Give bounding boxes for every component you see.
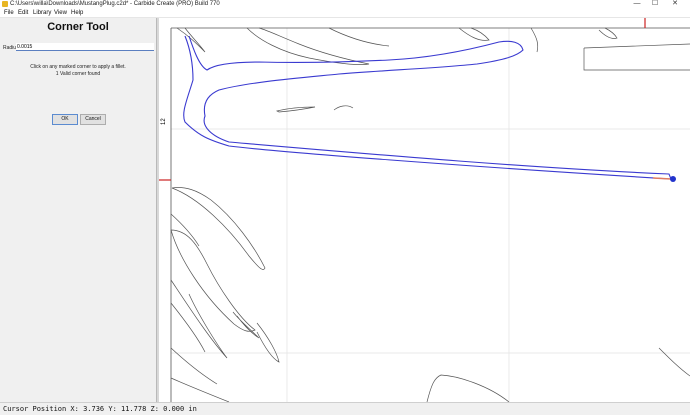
- menu-view[interactable]: View: [54, 9, 67, 17]
- fillet-hint: Click on any marked corner to apply a fi…: [30, 64, 126, 70]
- window-title: C:\Users\willa\Downloads\MustangPlug.c2d…: [10, 1, 220, 7]
- ok-button[interactable]: OK: [52, 114, 78, 125]
- fillet-highlight: [652, 177, 672, 180]
- corner-count: 1 Valid corner found: [55, 71, 101, 77]
- cancel-button[interactable]: Cancel: [80, 114, 106, 125]
- status-bar: Cursor Position X: 3.736 Y: 11.778 Z: 0.…: [0, 402, 690, 415]
- cursor-position: Cursor Position X: 3.736 Y: 11.778 Z: 0.…: [3, 405, 197, 413]
- corner-tool-panel: Corner Tool Radius Click on any marked c…: [0, 18, 157, 402]
- title-bar: C:\Users\willa\Downloads\MustangPlug.c2d…: [0, 0, 690, 9]
- design-canvas[interactable]: 12: [159, 18, 690, 402]
- corner-marker: [670, 176, 676, 182]
- menu-edit[interactable]: Edit: [18, 9, 28, 17]
- maximize-button[interactable]: ☐: [648, 0, 662, 9]
- radius-input[interactable]: [16, 43, 154, 51]
- close-button[interactable]: ✕: [668, 0, 682, 9]
- menu-library[interactable]: Library: [33, 9, 51, 17]
- minimize-button[interactable]: —: [630, 0, 644, 9]
- panel-title: Corner Tool: [47, 21, 109, 33]
- menu-file[interactable]: File: [4, 9, 14, 17]
- canvas-drawing: [159, 18, 690, 402]
- app-icon: [2, 1, 8, 7]
- ruler-label: 12: [161, 118, 167, 125]
- selected-vector-path: [183, 35, 672, 180]
- menu-bar: File Edit Library View Help: [0, 9, 690, 18]
- menu-help[interactable]: Help: [71, 9, 83, 17]
